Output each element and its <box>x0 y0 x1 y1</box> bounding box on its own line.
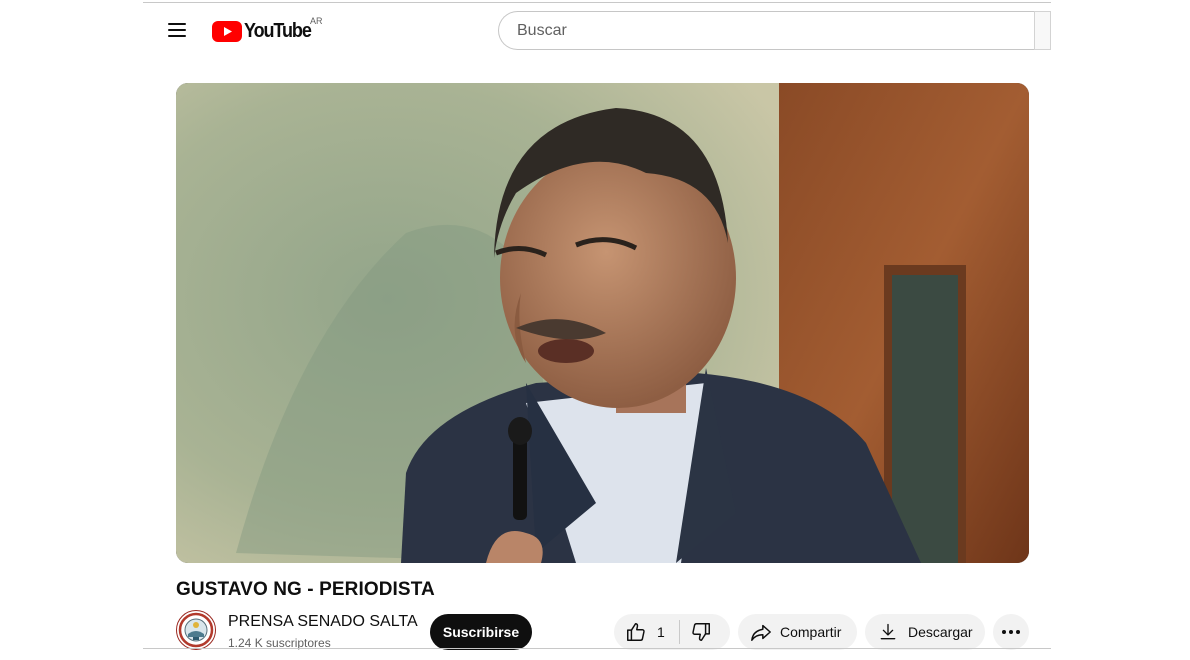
like-dislike-group: 1 <box>614 614 730 650</box>
video-title: GUSTAVO NG - PERIODISTA <box>176 579 435 600</box>
channel-avatar[interactable] <box>176 610 216 650</box>
search-input[interactable] <box>515 20 1035 41</box>
country-code: AR <box>310 16 323 26</box>
more-actions-button[interactable] <box>993 614 1029 650</box>
youtube-logo-icon <box>212 20 242 42</box>
bottom-border <box>143 648 1051 649</box>
share-icon <box>750 621 772 643</box>
thumbs-up-icon <box>625 621 647 643</box>
search-box <box>498 11 1035 50</box>
more-icon <box>1001 629 1021 635</box>
channel-name[interactable]: PRENSA SENADO SALTA <box>228 613 418 631</box>
share-button[interactable]: Compartir <box>738 614 857 650</box>
subscribe-button[interactable]: Suscribirse <box>430 614 532 650</box>
dislike-button[interactable] <box>680 614 712 650</box>
logo-text: YouTube <box>244 19 312 42</box>
like-button[interactable]: 1 <box>614 614 665 650</box>
menu-icon[interactable] <box>163 16 191 44</box>
download-button[interactable]: Descargar <box>865 614 985 650</box>
share-label: Compartir <box>780 624 842 640</box>
youtube-logo[interactable]: YouTube <box>212 19 318 43</box>
senate-seal <box>176 610 216 650</box>
video-player[interactable] <box>176 83 1029 563</box>
top-border <box>143 2 1051 3</box>
download-label: Descargar <box>908 624 973 640</box>
download-icon <box>878 622 898 642</box>
thumbs-down-icon <box>690 621 712 643</box>
search-button[interactable] <box>1034 11 1051 50</box>
video-frame <box>176 83 1029 563</box>
like-count: 1 <box>657 624 665 640</box>
